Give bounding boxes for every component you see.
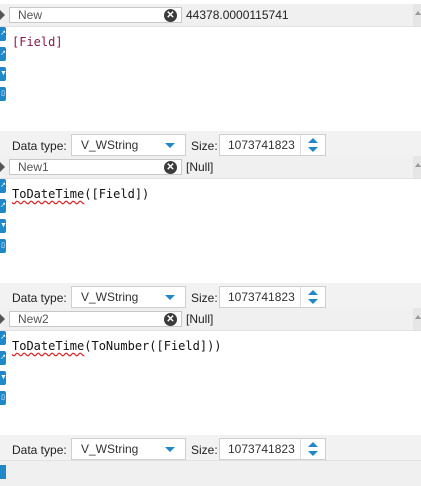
caret-down-icon bbox=[165, 143, 175, 148]
expand-arrow-icon[interactable] bbox=[0, 10, 5, 20]
spin-buttons[interactable] bbox=[300, 287, 325, 307]
formula-header: New ✕ 44378.0000115741 bbox=[0, 4, 421, 27]
caret-down-icon bbox=[165, 447, 175, 452]
preview-value: 44378.0000115741 bbox=[186, 8, 289, 22]
function-name: ToDateTime bbox=[12, 339, 85, 353]
size-stepper[interactable]: 1073741823 bbox=[219, 286, 326, 308]
clear-icon[interactable]: ✕ bbox=[164, 161, 177, 174]
side-toolbar: ↗ ↗ ▼ ▯ bbox=[0, 331, 7, 435]
tool-icon[interactable]: ↗ bbox=[0, 27, 6, 41]
tool-icon[interactable]: ↗ bbox=[0, 199, 6, 213]
tool-icon[interactable]: ↗ bbox=[0, 331, 6, 345]
formula-row-1: New ✕ 44378.0000115741 ↗ ↗ ▼ ▯ [Field] D… bbox=[0, 4, 421, 159]
formula-header: New2 ✕ [Null] bbox=[0, 308, 421, 331]
expression-text: [Field] bbox=[12, 35, 63, 49]
save-icon[interactable]: ▯ bbox=[0, 391, 6, 405]
scroll-handle[interactable] bbox=[413, 156, 421, 178]
spin-buttons[interactable] bbox=[300, 135, 325, 155]
expression-editor[interactable]: ToDateTime(ToNumber([Field])) bbox=[8, 331, 421, 434]
spin-up-icon[interactable] bbox=[308, 138, 318, 143]
clear-icon[interactable]: ✕ bbox=[164, 313, 177, 326]
size-label: Size: bbox=[191, 443, 218, 457]
size-label: Size: bbox=[191, 139, 218, 153]
formula-footer: Data type: V_WString Size: 1073741823 bbox=[0, 435, 421, 463]
formula-footer: Data type: V_WString Size: 1073741823 bbox=[0, 283, 421, 311]
field-name-input[interactable]: New2 bbox=[9, 311, 182, 327]
formula-header: New1 ✕ [Null] bbox=[0, 156, 421, 179]
preview-value: [Null] bbox=[186, 160, 214, 174]
expression-text: ToDateTime(ToNumber([Field])) bbox=[12, 339, 222, 353]
field-name-input[interactable]: New bbox=[9, 7, 182, 23]
spin-up-icon[interactable] bbox=[308, 442, 318, 447]
formula-row-2: New1 ✕ [Null] ↗ ↗ ▼ ▯ ToDateTime([Field]… bbox=[0, 156, 421, 311]
field-name-input[interactable]: New1 bbox=[9, 159, 182, 175]
expand-arrow-icon[interactable] bbox=[0, 314, 5, 324]
data-type-label: Data type: bbox=[12, 291, 67, 305]
expression-text: ToDateTime([Field]) bbox=[12, 187, 149, 201]
filter-icon[interactable]: ▼ bbox=[0, 219, 7, 233]
data-type-value: V_WString bbox=[81, 442, 139, 456]
function-name: ToDateTime bbox=[12, 187, 85, 201]
formula-footer: Data type: V_WString Size: 1073741823 bbox=[0, 131, 421, 159]
data-type-label: Data type: bbox=[12, 139, 67, 153]
filter-icon[interactable]: ▼ bbox=[0, 371, 7, 385]
function-args: ([Field]) bbox=[84, 187, 150, 201]
caret-down-icon bbox=[165, 295, 175, 300]
side-toolbar: ↗ ↗ ▼ ▯ bbox=[0, 27, 7, 131]
tool-icon[interactable]: ↗ bbox=[0, 179, 6, 193]
scroll-handle[interactable] bbox=[413, 4, 421, 26]
formula-row-4-partial bbox=[0, 460, 421, 486]
data-type-select[interactable]: V_WString bbox=[71, 286, 186, 308]
save-icon[interactable]: ▯ bbox=[0, 239, 6, 253]
function-args: (ToNumber([Field])) bbox=[84, 339, 222, 353]
data-type-label: Data type: bbox=[12, 443, 67, 457]
spin-up-icon[interactable] bbox=[308, 290, 318, 295]
size-value: 1073741823 bbox=[228, 442, 295, 456]
spin-down-icon[interactable] bbox=[308, 147, 318, 152]
formula-row-3: New2 ✕ [Null] ↗ ↗ ▼ ▯ ToDateTime(ToNumbe… bbox=[0, 308, 421, 463]
size-label: Size: bbox=[191, 291, 218, 305]
expression-editor[interactable]: [Field] bbox=[8, 27, 421, 130]
data-type-select[interactable]: V_WString bbox=[71, 438, 186, 460]
data-type-select[interactable]: V_WString bbox=[71, 134, 186, 156]
filter-icon[interactable]: ▼ bbox=[0, 67, 7, 81]
save-icon[interactable]: ▯ bbox=[0, 87, 6, 101]
expression-editor[interactable]: ToDateTime([Field]) bbox=[8, 179, 421, 282]
size-value: 1073741823 bbox=[228, 290, 295, 304]
data-type-value: V_WString bbox=[81, 290, 139, 304]
clear-icon[interactable]: ✕ bbox=[164, 9, 177, 22]
side-toolbar: ↗ ↗ ▼ ▯ bbox=[0, 179, 7, 283]
size-stepper[interactable]: 1073741823 bbox=[219, 134, 326, 156]
tool-icon[interactable] bbox=[0, 465, 6, 479]
size-stepper[interactable]: 1073741823 bbox=[219, 438, 326, 460]
spin-buttons[interactable] bbox=[300, 439, 325, 459]
size-value: 1073741823 bbox=[228, 138, 295, 152]
preview-value: [Null] bbox=[186, 312, 214, 326]
tool-icon[interactable]: ↗ bbox=[0, 351, 6, 365]
spin-down-icon[interactable] bbox=[308, 299, 318, 304]
data-type-value: V_WString bbox=[81, 138, 139, 152]
scroll-handle[interactable] bbox=[413, 308, 421, 330]
spin-down-icon[interactable] bbox=[308, 451, 318, 456]
expand-arrow-icon[interactable] bbox=[0, 162, 5, 172]
tool-icon[interactable]: ↗ bbox=[0, 47, 6, 61]
